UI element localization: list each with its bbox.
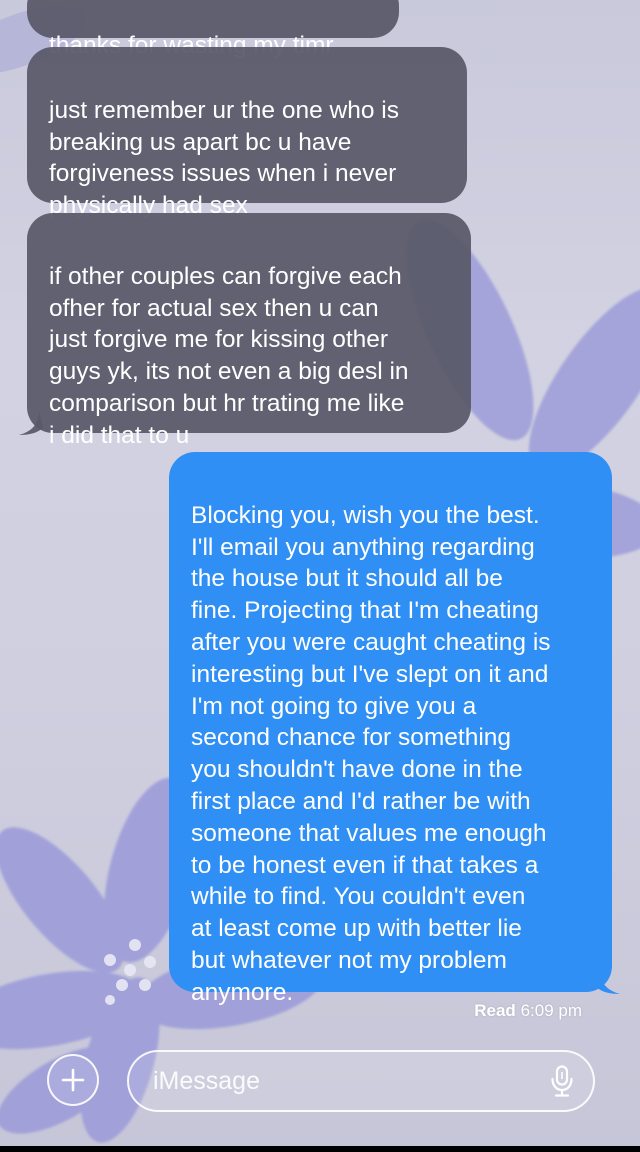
input-placeholder: iMessage [153, 1067, 260, 1095]
message-text: just remember ur the one who is breaking… [49, 96, 399, 220]
message-thread: thanks for wasting my timr just remember… [0, 0, 640, 1152]
read-label: Read [474, 1001, 516, 1020]
add-attachment-button[interactable] [47, 1054, 99, 1106]
microphone-icon[interactable] [549, 1065, 575, 1097]
message-text: if other couples can forgive each ofher … [49, 262, 409, 449]
incoming-message-bubble[interactable]: thanks for wasting my timr [27, 0, 399, 59]
bubble-tail [19, 411, 43, 435]
incoming-message-bubble[interactable]: just remember ur the one who is breaking… [27, 47, 467, 219]
plus-icon [61, 1068, 85, 1092]
read-time: 6:09 pm [520, 1001, 582, 1020]
bottom-edge [0, 1146, 640, 1152]
outgoing-message-bubble[interactable]: Blocking you, wish you the best. I'll em… [169, 452, 620, 1006]
read-receipt: Read 6:09 pm [474, 1001, 582, 1021]
message-composer: iMessage [0, 1042, 640, 1122]
incoming-message-bubble[interactable]: if other couples can forgive each ofher … [19, 213, 471, 449]
imessage-input[interactable]: iMessage [127, 1050, 595, 1112]
bubble-tail [596, 970, 620, 994]
message-text: Blocking you, wish you the best. I'll em… [191, 501, 551, 1006]
